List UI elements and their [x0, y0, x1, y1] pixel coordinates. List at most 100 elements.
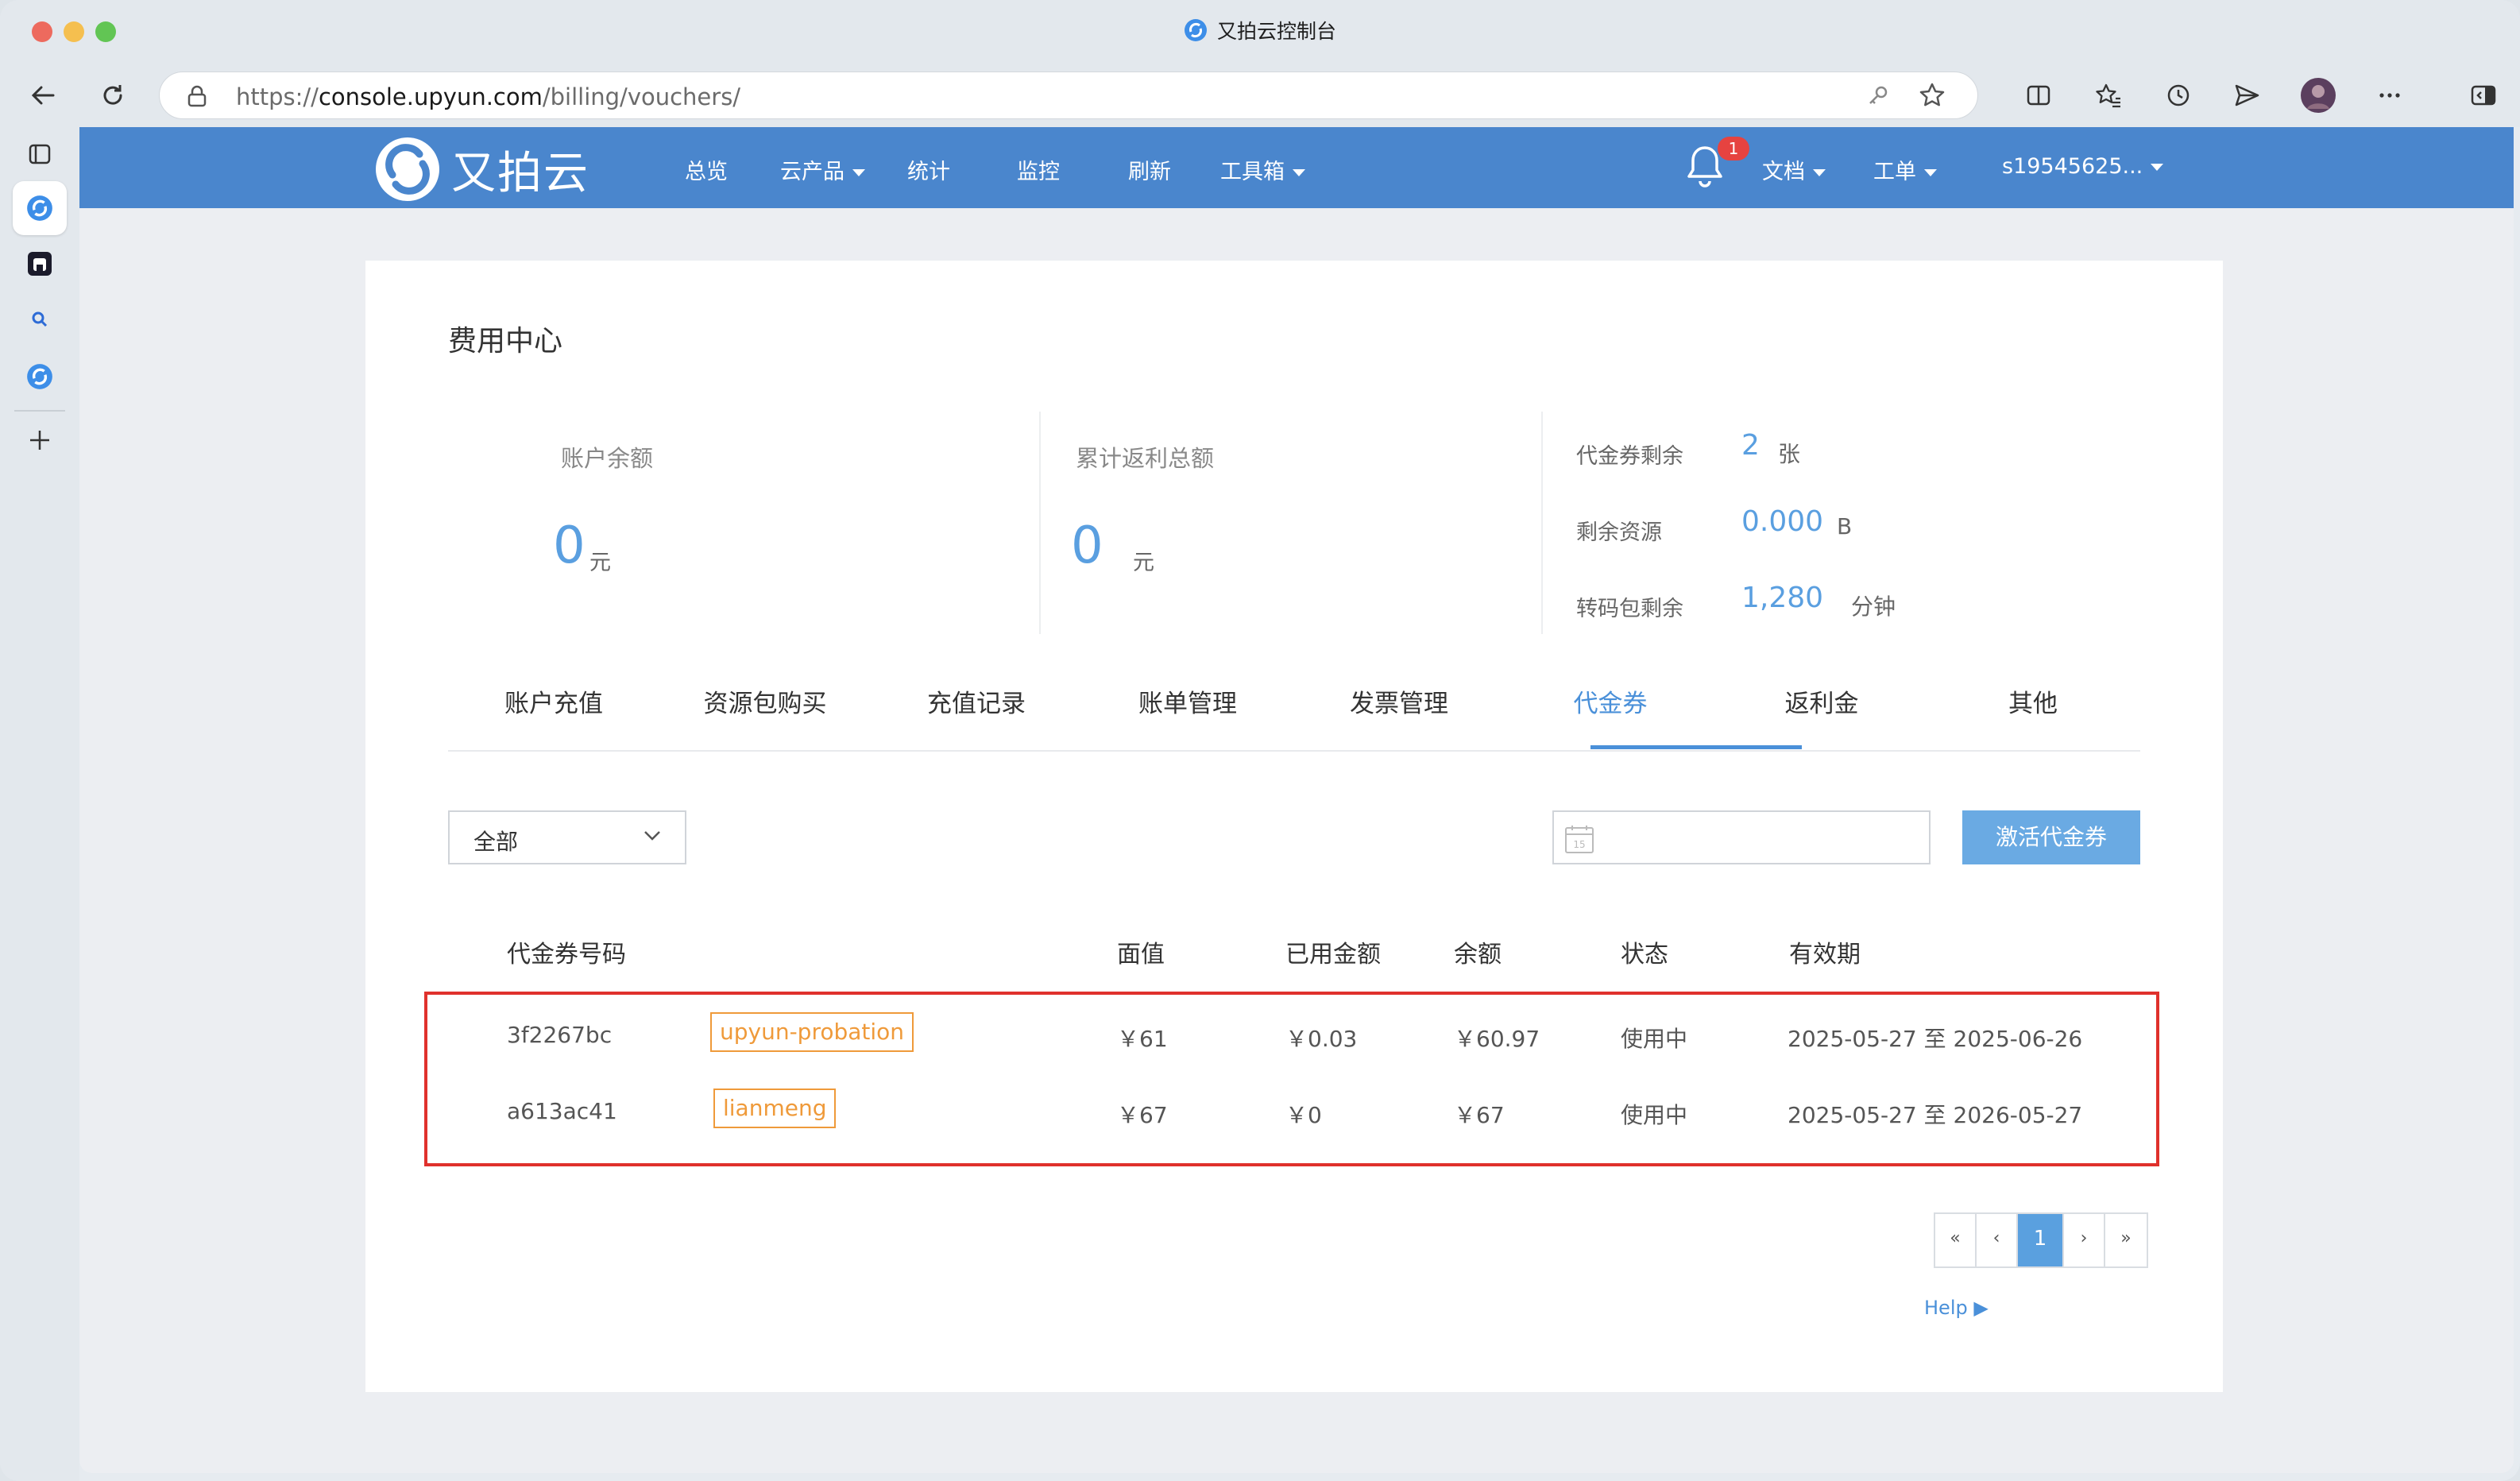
transcode-left-unit: 分钟 — [1851, 594, 1896, 620]
profile-avatar[interactable] — [2299, 76, 2337, 114]
col-used-amount: 已用金额 — [1285, 941, 1381, 969]
col-validity: 有效期 — [1789, 941, 1861, 969]
rebate-unit: 元 — [1133, 551, 1154, 575]
tab-other[interactable]: 其他 — [1927, 683, 2139, 719]
row2-used: ￥0 — [1285, 1102, 1322, 1128]
billing-tabs: 账户充值 资源包购买 充值记录 账单管理 发票管理 代金券 返利金 其他 — [448, 647, 2140, 752]
page-first[interactable]: « — [1935, 1214, 1977, 1266]
col-status: 状态 — [1621, 941, 1668, 969]
top-nav: 又拍云 总览 云产品 统计 监控 刷新 工具箱 1 文档 工单 s1954562… — [79, 127, 2514, 208]
url-text[interactable]: https://console.upyun.com/billing/vouche… — [236, 83, 740, 110]
select-value: 全部 — [473, 829, 519, 855]
nav-tickets[interactable]: 工单 — [1873, 154, 1937, 185]
split-screen-icon[interactable] — [2019, 76, 2058, 114]
tab-resource-packs[interactable]: 资源包购买 — [659, 683, 871, 719]
row1-face-value: ￥61 — [1117, 1026, 1168, 1052]
tab-actions-icon[interactable] — [13, 127, 67, 181]
nav-toolbox[interactable]: 工具箱 — [1220, 154, 1305, 185]
page-current[interactable]: 1 — [2018, 1214, 2064, 1266]
row2-status: 使用中 — [1621, 1102, 1688, 1128]
reload-icon[interactable] — [94, 76, 132, 114]
voucher-filter-select[interactable]: 全部 — [448, 810, 686, 864]
page-last[interactable]: » — [2105, 1214, 2147, 1266]
sidebar-tab-upyun[interactable] — [13, 181, 67, 235]
history-icon[interactable] — [2159, 76, 2197, 114]
upyun-icon-2 — [27, 364, 52, 389]
transcode-left-label: 转码包剩余 — [1576, 597, 1683, 621]
tab-bills[interactable]: 账单管理 — [1082, 683, 1293, 719]
tab-vouchers[interactable]: 代金券 — [1505, 683, 1716, 719]
row2-tag: lianmeng — [713, 1089, 837, 1128]
lock-icon[interactable] — [187, 85, 207, 110]
window-title: 又拍云控制台 — [0, 16, 2520, 47]
activate-voucher-button[interactable]: 激活代金券 — [1962, 810, 2140, 864]
nav-monitor[interactable]: 监控 — [1017, 154, 1060, 185]
row2-validity: 2025-05-27 至 2026-05-27 — [1788, 1102, 2083, 1128]
col-face-value: 面值 — [1117, 941, 1165, 969]
highlight-box — [424, 992, 2159, 1166]
row1-tag: upyun-probation — [710, 1012, 914, 1052]
sidebar-search-icon[interactable] — [13, 292, 67, 346]
tab-rebates[interactable]: 返利金 — [1716, 683, 1927, 719]
favorites-icon[interactable] — [2089, 76, 2128, 114]
row2-balance: ￥67 — [1454, 1102, 1505, 1128]
transcode-left-value: 1,280 — [1741, 582, 1824, 614]
chevron-down-icon — [644, 829, 661, 845]
sidebar-tab-app[interactable] — [13, 237, 67, 291]
tab-invoices[interactable]: 发票管理 — [1293, 683, 1505, 719]
row1-validity: 2025-05-27 至 2025-06-26 — [1788, 1026, 2083, 1052]
billing-card: 费用中心 账户余额 0 元 累计返利总额 0 元 代金券剩余 2 张 剩余资源 … — [365, 261, 2223, 1392]
row1-used: ￥0.03 — [1285, 1026, 1358, 1052]
nav-user-menu[interactable]: s19545625... — [2002, 154, 2164, 179]
nav-statistics[interactable]: 统计 — [907, 154, 950, 185]
sidebar-tab-upyun-2[interactable] — [13, 350, 67, 404]
row1-code: 3f2267bc — [507, 1022, 613, 1048]
browser-sidebar — [0, 127, 79, 1481]
nav-cloud-products[interactable]: 云产品 — [780, 154, 865, 185]
row1-balance: ￥60.97 — [1454, 1026, 1540, 1052]
calendar-icon[interactable]: 15 — [1563, 823, 1595, 858]
upyun-favicon-icon — [1184, 18, 1208, 47]
row1-status: 使用中 — [1621, 1026, 1688, 1052]
balance-unit: 元 — [589, 551, 611, 575]
resources-left-unit: B — [1837, 513, 1853, 539]
date-range-input[interactable]: 15 — [1552, 810, 1931, 864]
key-icon[interactable] — [1866, 83, 1890, 110]
nav-overview[interactable]: 总览 — [685, 154, 728, 185]
notification-badge[interactable]: 1 — [1718, 137, 1749, 160]
upyun-logo[interactable]: 又拍云 — [373, 135, 589, 203]
nav-docs[interactable]: 文档 — [1762, 154, 1826, 185]
page-next[interactable]: › — [2064, 1214, 2105, 1266]
share-send-icon[interactable] — [2228, 76, 2266, 114]
rebate-value: 0 — [1071, 516, 1103, 575]
sidebar-toggle-icon[interactable] — [2464, 76, 2503, 114]
pagination: « ‹ 1 › » — [1934, 1212, 2148, 1268]
balance-label: 账户余额 — [561, 445, 654, 472]
help-link[interactable]: Help ▶ — [1924, 1297, 1989, 1319]
vouchers-left-unit: 张 — [1778, 441, 1801, 467]
svg-text:15: 15 — [1573, 839, 1585, 850]
row2-code: a613ac41 — [507, 1098, 617, 1124]
back-arrow-icon[interactable] — [24, 76, 62, 114]
add-tab-icon[interactable] — [13, 413, 67, 467]
tab-recharge[interactable]: 账户充值 — [448, 683, 659, 719]
browser-toolbar: https://console.upyun.com/billing/vouche… — [0, 64, 2520, 127]
title-bar: 又拍云控制台 — [0, 0, 2520, 64]
tab-recharge-records[interactable]: 充值记录 — [871, 683, 1082, 719]
favorite-star-icon[interactable] — [1919, 82, 1946, 112]
nav-refresh[interactable]: 刷新 — [1128, 154, 1171, 185]
browser-window: 又拍云控制台 https://console.upyun.com/billing… — [0, 0, 2520, 1481]
more-options-icon[interactable] — [2371, 76, 2409, 114]
vouchers-left-label: 代金券剩余 — [1576, 444, 1683, 469]
stat-divider-1 — [1039, 412, 1041, 634]
col-balance: 余额 — [1454, 941, 1502, 969]
logo-text: 又拍云 — [451, 147, 589, 199]
row2-face-value: ￥67 — [1117, 1102, 1168, 1128]
upyun-icon — [27, 195, 52, 221]
vouchers-left-value: 2 — [1741, 429, 1760, 462]
address-bar[interactable]: https://console.upyun.com/billing/vouche… — [159, 72, 1978, 119]
resources-left-label: 剩余资源 — [1576, 520, 1662, 545]
web-page: 又拍云 总览 云产品 统计 监控 刷新 工具箱 1 文档 工单 s1954562… — [79, 127, 2514, 1473]
resources-left-value: 0.000 — [1741, 505, 1824, 538]
page-prev[interactable]: ‹ — [1977, 1214, 2018, 1266]
